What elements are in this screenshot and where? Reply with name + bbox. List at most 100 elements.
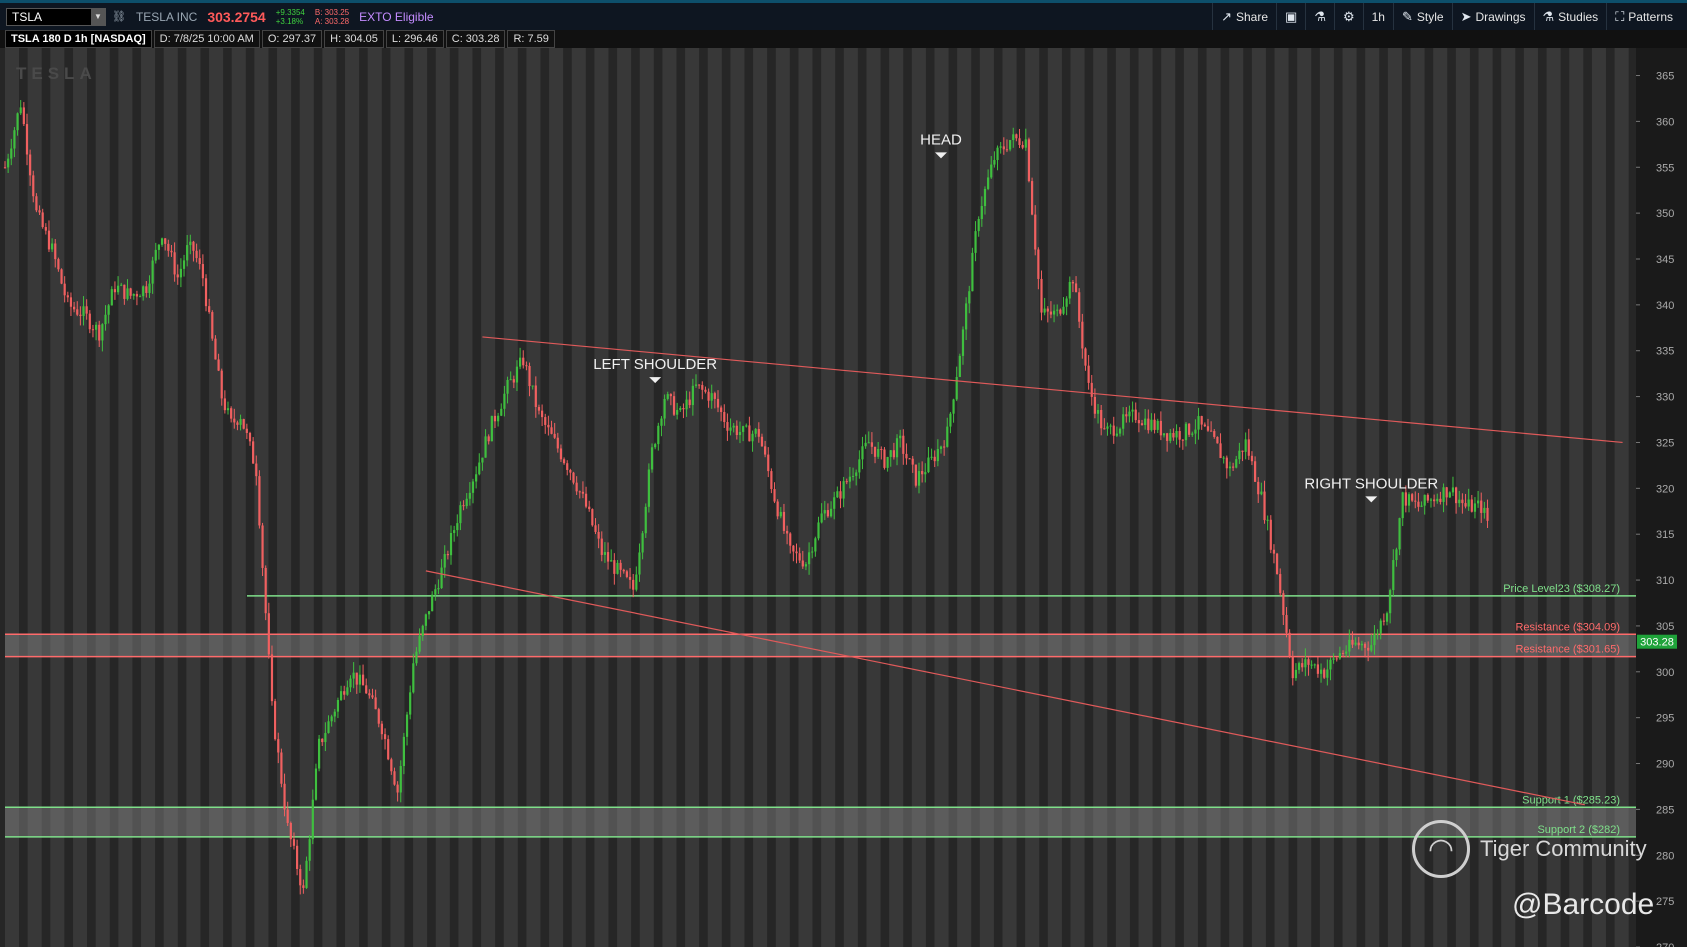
candle-body (16, 113, 19, 131)
studies-button[interactable]: ⚗ Studies (1533, 3, 1607, 30)
candle-body (1197, 416, 1200, 430)
candle-body (1090, 382, 1093, 397)
symbol-text: TSLA (12, 9, 43, 24)
candle-body (776, 501, 779, 517)
candle-body (1304, 659, 1307, 668)
candle-body (120, 284, 123, 286)
candle-body (1288, 632, 1291, 657)
candle-body (409, 692, 412, 715)
axis-tick-label: 325 (1656, 437, 1674, 449)
chevron-down-icon[interactable]: ▼ (91, 8, 105, 25)
candle-body (745, 425, 748, 427)
candle-body (317, 738, 321, 769)
candle-body (1370, 645, 1373, 651)
chart-title[interactable]: TSLA 180 D 1h [NASDAQ] (5, 30, 152, 48)
exto-badge: EXTO Eligible (359, 9, 434, 24)
candle-body (732, 425, 735, 428)
candle-body (252, 441, 255, 464)
candle-body (575, 482, 578, 492)
candle-body (1310, 664, 1313, 666)
candle-body (1228, 466, 1232, 469)
candle-body (393, 771, 396, 785)
candle-body (864, 442, 867, 447)
candle-body (1059, 309, 1062, 314)
candle-body (1238, 450, 1241, 460)
timeframe-button[interactable]: 1h (1362, 3, 1393, 30)
bar-high: H: 304.05 (324, 30, 384, 48)
patterns-button[interactable]: ⛶ Patterns (1606, 3, 1681, 30)
candle-body (1216, 436, 1219, 444)
price-axis[interactable]: 270 275 280 285 290 295 300 305 310 315 320 325 330 3… (1636, 48, 1687, 947)
candle-body (886, 456, 889, 468)
candle-body (368, 693, 371, 696)
candle-body (807, 552, 811, 565)
candle-body (525, 365, 528, 367)
candle-body (283, 783, 286, 810)
candle-body (817, 522, 820, 539)
candle-body (1307, 659, 1310, 665)
candle-body (113, 289, 117, 293)
candle-body (1392, 560, 1395, 591)
candle-body (29, 154, 32, 176)
candle-body (242, 419, 245, 429)
ask-value: A: 303.28 (314, 16, 350, 26)
share-button[interactable]: ↗ Share (1212, 3, 1276, 30)
candle-body (151, 260, 154, 284)
candle-body (751, 433, 754, 442)
candle-body (704, 389, 707, 392)
candle-body (760, 436, 764, 447)
candle-body (390, 759, 393, 772)
candle-body (88, 313, 91, 330)
candle-body (924, 472, 927, 475)
candle-body (515, 366, 519, 383)
candle-body (1203, 424, 1206, 427)
style-button[interactable]: ✎ Style (1392, 3, 1452, 30)
link-icon[interactable]: ⛓ (112, 10, 126, 23)
tiger-community-watermark: ◠ Tiger Community (1412, 820, 1647, 878)
style-icon: ✎ (1401, 8, 1413, 24)
axis-tick-label: 270 (1656, 942, 1674, 947)
candle-body (971, 252, 974, 292)
candle-body (286, 809, 289, 823)
candle-body (701, 385, 704, 390)
candle-body (1279, 574, 1282, 594)
candle-body (1024, 139, 1027, 148)
candle-body (107, 305, 110, 315)
candle-body (1122, 414, 1125, 429)
candle-body (798, 553, 801, 561)
candle-body (1159, 420, 1162, 436)
candle-body (299, 868, 302, 886)
candle-body (327, 721, 330, 734)
candle-body (456, 523, 459, 531)
flask-button[interactable]: ⚗ (1305, 3, 1334, 30)
candle-body (927, 457, 930, 473)
price-chart[interactable]: Price Level23 ($308.27) Resistance ($304.… (0, 48, 1687, 947)
studies-label: Studies (1558, 9, 1599, 24)
candle-body (38, 210, 41, 213)
candle-body (1118, 428, 1122, 434)
symbol-selector[interactable]: TSLA ▼ (6, 7, 106, 26)
candle-body (1106, 426, 1109, 429)
snapshot-button[interactable]: ▣ (1276, 3, 1305, 30)
candle-body (726, 422, 729, 431)
candle-body (85, 306, 88, 314)
candle-body (412, 663, 415, 693)
axis-tick-label: 285 (1656, 804, 1674, 816)
candle-body (1140, 423, 1144, 426)
candle-body (1348, 639, 1351, 652)
candle-body (820, 513, 823, 523)
settings-button[interactable]: ⚙ (1333, 3, 1363, 30)
candle-body (641, 533, 644, 553)
axis-tick-label: 290 (1656, 759, 1674, 771)
candle-body (1470, 499, 1473, 512)
candle-body (1326, 669, 1329, 678)
drawings-button[interactable]: ➤ Drawings (1451, 3, 1534, 30)
candle-body (1420, 505, 1423, 507)
tesla-watermark: TESLA (16, 64, 97, 83)
candle-body (1084, 348, 1087, 366)
candle-body (616, 562, 619, 574)
candle-body (961, 329, 965, 356)
candle-body (383, 734, 387, 740)
candle-body (434, 589, 437, 595)
candle-body (1301, 663, 1304, 668)
